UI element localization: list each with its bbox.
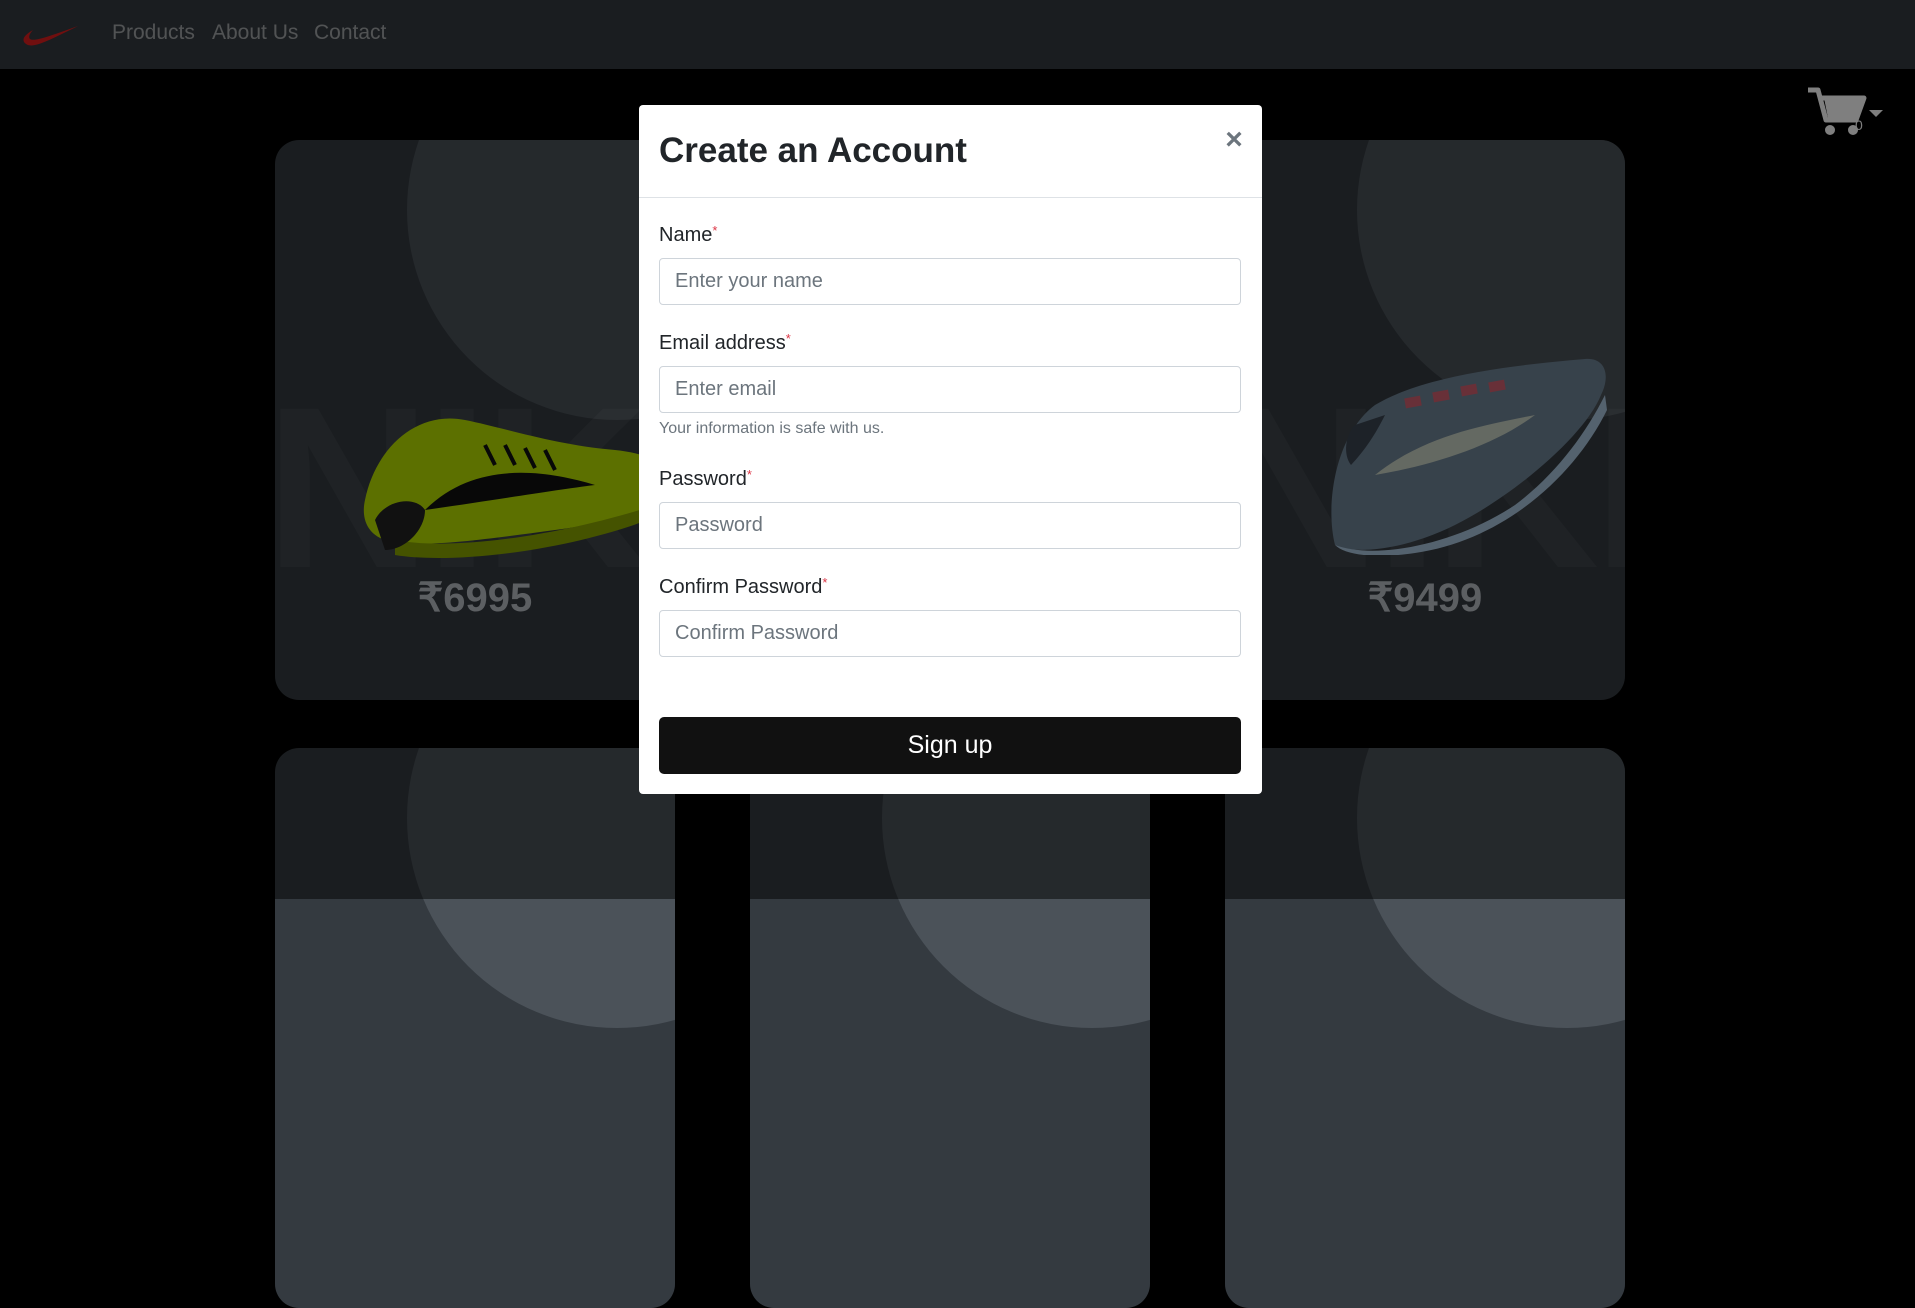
signup-modal: Create an Account × Name* Email address*… bbox=[639, 105, 1262, 794]
name-label-text: Name bbox=[659, 224, 713, 246]
required-mark: * bbox=[785, 331, 791, 346]
password-label-text: Password bbox=[659, 468, 747, 490]
confirm-password-label: Confirm Password* bbox=[659, 575, 827, 599]
required-mark: * bbox=[746, 467, 752, 482]
password-label: Password* bbox=[659, 467, 752, 491]
name-input[interactable] bbox=[659, 258, 1241, 305]
email-label-text: Email address bbox=[659, 332, 786, 354]
password-input[interactable] bbox=[659, 502, 1241, 549]
confirm-password-input[interactable] bbox=[659, 610, 1241, 657]
confirm-password-label-text: Confirm Password bbox=[659, 576, 823, 598]
email-help-text: Your information is safe with us. bbox=[659, 420, 885, 437]
sign-up-button[interactable]: Sign up bbox=[659, 717, 1241, 774]
required-mark: * bbox=[822, 575, 828, 590]
email-input[interactable] bbox=[659, 366, 1241, 413]
required-mark: * bbox=[712, 223, 718, 238]
name-label: Name* bbox=[659, 223, 717, 247]
email-label: Email address* bbox=[659, 331, 791, 355]
modal-title: Create an Account bbox=[659, 131, 967, 170]
close-icon[interactable]: × bbox=[1219, 125, 1249, 155]
modal-header: Create an Account × bbox=[639, 105, 1262, 198]
